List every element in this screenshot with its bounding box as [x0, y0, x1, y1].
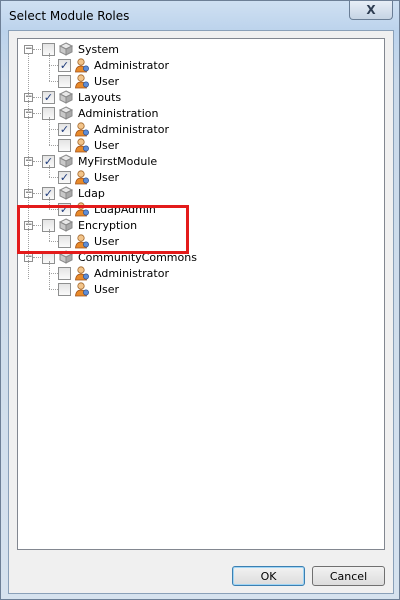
user-role-icon — [74, 169, 90, 185]
module-icon — [58, 89, 74, 105]
tree-connector — [49, 165, 50, 177]
tree-connector — [49, 81, 58, 82]
user-role-icon — [74, 137, 90, 153]
tree-connector — [49, 273, 58, 274]
tree-connector — [49, 145, 58, 146]
module-label: MyFirstModule — [78, 154, 158, 168]
cancel-button[interactable]: Cancel — [312, 566, 385, 586]
role-checkbox[interactable] — [58, 282, 71, 296]
tree-connector — [49, 261, 50, 289]
role-label: User — [94, 138, 120, 152]
module-node-myfirstmodule[interactable]: MyFirstModule — [42, 153, 157, 169]
role-label: Administrator — [94, 266, 169, 280]
role-label: User — [94, 74, 120, 88]
module-roles-tree[interactable]: −SystemAdministratorUser−Layouts−Adminis… — [17, 38, 385, 550]
module-node-system[interactable]: System — [42, 41, 119, 57]
module-icon — [58, 105, 74, 121]
dialog-window: Select Module Roles X −SystemAdministrat… — [0, 0, 400, 600]
tree-connector — [49, 117, 50, 145]
role-checkbox[interactable] — [58, 122, 71, 136]
module-label: Layouts — [78, 90, 122, 104]
role-checkbox[interactable] — [58, 138, 71, 152]
tree-connector — [49, 177, 58, 178]
role-node-user[interactable]: User — [58, 137, 119, 153]
tree-connector — [49, 129, 58, 130]
window-title: Select Module Roles — [9, 9, 130, 23]
close-button[interactable]: X — [349, 1, 393, 20]
role-checkbox[interactable] — [58, 170, 71, 184]
module-icon — [58, 185, 74, 201]
role-node-user[interactable]: User — [58, 281, 119, 297]
module-label: Administration — [78, 106, 159, 120]
tree-connector — [49, 65, 58, 66]
module-label: Ldap — [78, 186, 105, 200]
role-label: User — [94, 170, 120, 184]
role-checkbox[interactable] — [58, 58, 71, 72]
module-icon — [58, 41, 74, 57]
user-role-icon — [74, 281, 90, 297]
dialog-client-area: −SystemAdministratorUser−Layouts−Adminis… — [8, 30, 394, 594]
close-icon: X — [366, 3, 376, 17]
role-node-administrator[interactable]: Administrator — [58, 57, 169, 73]
annotation-highlight-box — [17, 205, 189, 254]
user-role-icon — [74, 73, 90, 89]
ok-button[interactable]: OK — [232, 566, 305, 586]
role-checkbox[interactable] — [58, 74, 71, 88]
module-node-layouts[interactable]: Layouts — [42, 89, 121, 105]
module-label: System — [78, 42, 120, 56]
module-checkbox[interactable] — [42, 90, 55, 104]
user-role-icon — [74, 121, 90, 137]
module-node-administration[interactable]: Administration — [42, 105, 159, 121]
tree-connector — [49, 53, 50, 81]
role-label: User — [94, 282, 120, 296]
module-node-ldap[interactable]: Ldap — [42, 185, 105, 201]
user-role-icon — [74, 265, 90, 281]
module-icon — [58, 153, 74, 169]
role-node-administrator[interactable]: Administrator — [58, 121, 169, 137]
role-node-user[interactable]: User — [58, 169, 119, 185]
user-role-icon — [74, 57, 90, 73]
tree-connector — [49, 289, 58, 290]
role-node-administrator[interactable]: Administrator — [58, 265, 169, 281]
role-node-user[interactable]: User — [58, 73, 119, 89]
role-checkbox[interactable] — [58, 266, 71, 280]
role-label: Administrator — [94, 58, 169, 72]
role-label: Administrator — [94, 122, 169, 136]
